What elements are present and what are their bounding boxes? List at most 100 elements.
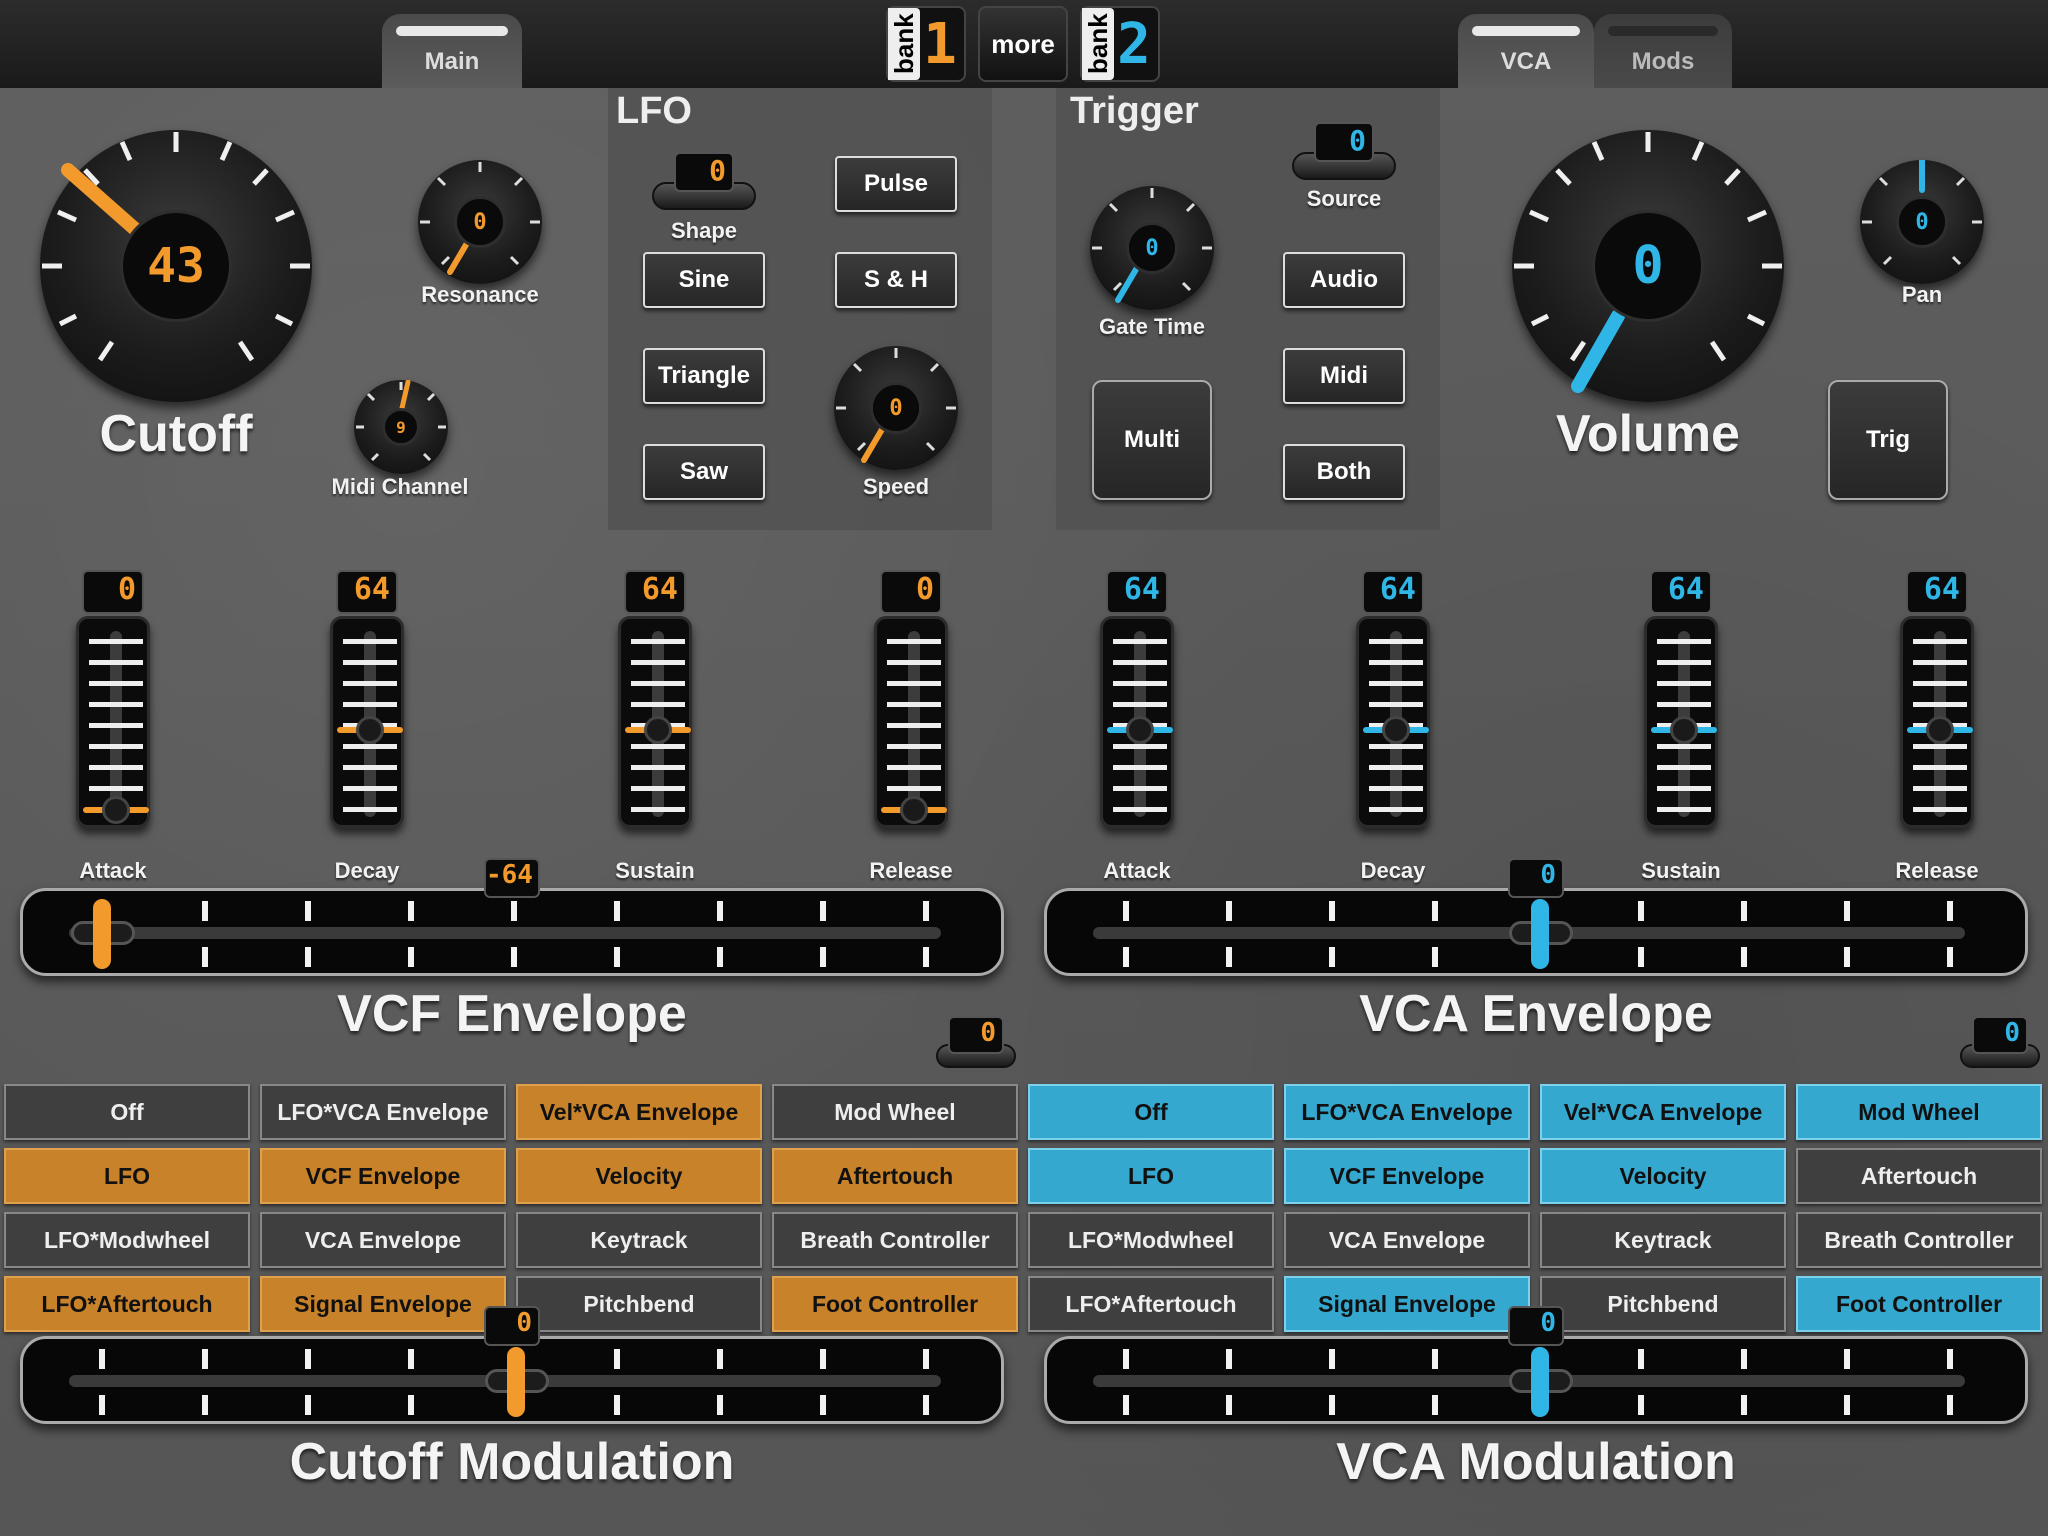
vca-mod-option-0-3[interactable]: Mod Wheel (1796, 1084, 2042, 1140)
vca-mod-option-1-0[interactable]: LFO (1028, 1148, 1274, 1204)
trigger-source-switch[interactable]: 0 (1292, 122, 1396, 186)
trigger-both-button[interactable]: Both (1283, 444, 1405, 500)
cutoff-mod-option-0-0[interactable]: Off (4, 1084, 250, 1140)
vcf-env-fader-2[interactable] (618, 616, 692, 828)
trigger-midi-button[interactable]: Midi (1283, 348, 1405, 404)
midi-channel-knob[interactable]: 9 (354, 380, 448, 474)
vcf-env-fader-1[interactable] (330, 616, 404, 828)
bank-2-button[interactable]: bank 2 (1080, 6, 1160, 82)
tab-vca[interactable]: VCA (1458, 14, 1594, 88)
cutoff-mod-option-1-1[interactable]: VCF Envelope (260, 1148, 506, 1204)
cutoff-mod-option-2-1[interactable]: VCA Envelope (260, 1212, 506, 1268)
resonance-display: 0 (454, 196, 506, 248)
trig-button[interactable]: Trig (1828, 380, 1948, 500)
lfo-sh-button[interactable]: S & H (835, 252, 957, 308)
cutoff-mod-option-1-3[interactable]: Aftertouch (772, 1148, 1018, 1204)
trigger-source-display: 0 (1314, 122, 1374, 162)
vca-envelope-amount-value: 0 (1540, 860, 1556, 890)
bank-1-button[interactable]: bank 1 (886, 6, 966, 82)
vca-env-fader-label-1: Decay (1360, 858, 1426, 883)
vca-mod-option-0-0[interactable]: Off (1028, 1084, 1274, 1140)
cutoff-mod-option-3-2[interactable]: Pitchbend (516, 1276, 762, 1332)
midi-channel-display: 9 (382, 408, 420, 446)
vca-mod-option-2-0[interactable]: LFO*Modwheel (1028, 1212, 1274, 1268)
cutoff-mod-option-0-1[interactable]: LFO*VCA Envelope (260, 1084, 506, 1140)
vcf-envelope-thumb[interactable] (93, 899, 111, 969)
vca-mod-option-1-2[interactable]: Velocity (1540, 1148, 1786, 1204)
cutoff-mod-thumb[interactable] (507, 1347, 525, 1417)
cutoff-mod-amount-slider[interactable] (20, 1336, 1004, 1424)
cutoff-value: 43 (147, 238, 205, 294)
lfo-shape-display: 0 (674, 152, 734, 192)
tab-main[interactable]: Main (382, 14, 522, 88)
gate-time-knob[interactable]: 0 (1090, 186, 1214, 310)
vca-env-fader-display-3: 64 (1906, 570, 1968, 614)
lfo-pulse-button[interactable]: Pulse (835, 156, 957, 212)
midi-channel-label: Midi Channel (331, 474, 469, 499)
vcf-env-fader-0[interactable] (76, 616, 150, 828)
cutoff-mod-option-0-2[interactable]: Vel*VCA Envelope (516, 1084, 762, 1140)
vca-mod-thumb[interactable] (1531, 1347, 1549, 1417)
vca-mod-option-0-2[interactable]: Vel*VCA Envelope (1540, 1084, 1786, 1140)
vcf-env-fader-display-2: 64 (624, 570, 686, 614)
cutoff-mod-option-3-0[interactable]: LFO*Aftertouch (4, 1276, 250, 1332)
cutoff-label: Cutoff (99, 405, 253, 463)
vcf-envelope-amount-slider[interactable] (20, 888, 1004, 976)
cutoff-mod-option-1-0[interactable]: LFO (4, 1148, 250, 1204)
resonance-knob[interactable]: 0 (418, 160, 542, 284)
cutoff-knob[interactable]: 43 (40, 130, 312, 402)
vca-modulation-title: VCA Modulation (1336, 1433, 1736, 1491)
lfo-saw-button[interactable]: Saw (643, 444, 765, 500)
pan-knob[interactable]: 0 (1860, 160, 1984, 284)
vca-envelope-amount-slider[interactable] (1044, 888, 2028, 976)
tab-mods-label: Mods (1631, 48, 1695, 75)
cutoff-mod-amount-value: 0 (516, 1308, 532, 1338)
vca-mod-option-3-0[interactable]: LFO*Aftertouch (1028, 1276, 1274, 1332)
vca-env-fader-3[interactable] (1900, 616, 1974, 828)
vca-env-fader-2[interactable] (1644, 616, 1718, 828)
cutoff-mod-selector[interactable]: 0 (936, 1016, 1016, 1072)
lfo-shape-switch[interactable]: 0 (652, 152, 756, 216)
lfo-sine-button[interactable]: Sine (643, 252, 765, 308)
vca-mod-option-2-2[interactable]: Keytrack (1540, 1212, 1786, 1268)
vca-mod-selector-display: 0 (1972, 1016, 2028, 1054)
cutoff-mod-option-3-1[interactable]: Signal Envelope (260, 1276, 506, 1332)
more-button[interactable]: more (978, 6, 1068, 82)
lfo-speed-knob[interactable]: 0 (834, 346, 958, 470)
vca-mod-option-0-1[interactable]: LFO*VCA Envelope (1284, 1084, 1530, 1140)
vca-mod-option-2-3[interactable]: Breath Controller (1796, 1212, 2042, 1268)
cutoff-mod-selector-display: 0 (948, 1016, 1004, 1054)
vcf-env-fader-3[interactable] (874, 616, 948, 828)
vca-env-fader-1[interactable] (1356, 616, 1430, 828)
cutoff-mod-option-2-2[interactable]: Keytrack (516, 1212, 762, 1268)
trigger-audio-button[interactable]: Audio (1283, 252, 1405, 308)
cutoff-mod-option-0-3[interactable]: Mod Wheel (772, 1084, 1018, 1140)
multi-button[interactable]: Multi (1092, 380, 1212, 500)
volume-knob[interactable]: 0 (1512, 130, 1784, 402)
vca-envelope-thumb[interactable] (1531, 899, 1549, 969)
vca-mod-selector[interactable]: 0 (1960, 1016, 2040, 1072)
vca-mod-option-3-3[interactable]: Foot Controller (1796, 1276, 2042, 1332)
cutoff-mod-option-2-0[interactable]: LFO*Modwheel (4, 1212, 250, 1268)
bank-2-number: 2 (1117, 11, 1151, 77)
vcf-envelope-amount-value: -64 (486, 860, 533, 890)
tab-main-label: Main (424, 48, 480, 75)
bank-1-number: 1 (923, 11, 957, 77)
vca-env-fader-display-2: 64 (1650, 570, 1712, 614)
vca-mod-option-2-1[interactable]: VCA Envelope (1284, 1212, 1530, 1268)
cutoff-mod-option-1-2[interactable]: Velocity (516, 1148, 762, 1204)
vca-mod-option-3-1[interactable]: Signal Envelope (1284, 1276, 1530, 1332)
tab-mods[interactable]: Mods (1594, 14, 1732, 88)
cutoff-mod-option-2-3[interactable]: Breath Controller (772, 1212, 1018, 1268)
vca-env-fader-0[interactable] (1100, 616, 1174, 828)
lfo-triangle-button[interactable]: Triangle (643, 348, 765, 404)
trigger-title: Trigger (1070, 90, 1199, 132)
lfo-shape-value: 0 (709, 154, 726, 187)
cutoff-display: 43 (120, 210, 232, 322)
vca-mod-option-1-1[interactable]: VCF Envelope (1284, 1148, 1530, 1204)
cutoff-mod-option-3-3[interactable]: Foot Controller (772, 1276, 1018, 1332)
vcf-env-fader-value-1: 64 (353, 572, 390, 607)
vca-mod-amount-slider[interactable] (1044, 1336, 2028, 1424)
vca-mod-option-1-3[interactable]: Aftertouch (1796, 1148, 2042, 1204)
vca-mod-option-3-2[interactable]: Pitchbend (1540, 1276, 1786, 1332)
